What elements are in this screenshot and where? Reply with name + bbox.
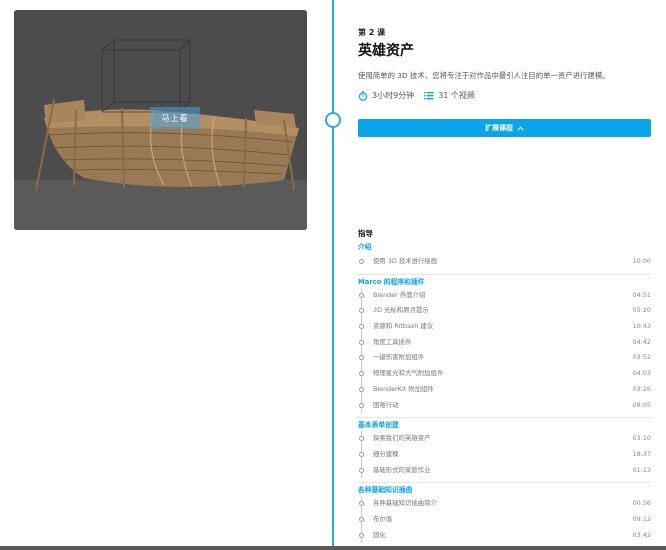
list-item[interactable]: 3D 光标和原点提示 05:20 [358,303,651,320]
section-title[interactable]: 基本表单创建 [358,417,651,431]
item-dot-icon [359,532,364,538]
item-dot-icon [359,402,364,408]
item-dot-icon [359,339,364,345]
list-item[interactable]: BlenderKit 附加组件 03:26 [358,381,651,398]
item-duration: 05:20 [632,306,651,315]
item-dot-icon [359,355,364,361]
lesson-thumbnail[interactable]: 马上看 [14,10,307,230]
lesson-meta: 3小时9分钟 31 个视频 [358,90,475,101]
list-item[interactable]: 角度工具插件 04:42 [358,334,651,351]
item-label: 使用 3D 技术进行绘画 [373,257,438,265]
item-label: 3D 光标和原点提示 [373,306,429,315]
item-label: 困难行动 [373,400,399,409]
item-dot-icon [359,308,364,314]
videos-count-text: 31 个视频 [438,91,475,100]
course-guide: 指导 介绍 使用 3D 技术进行绘画 10:00 Marco 的程序和插件 Bl… [358,228,651,544]
section-title[interactable]: 各种基础知识插曲 [358,482,651,496]
item-dot-icon [359,324,364,330]
guide-title: 指导 [358,229,373,238]
item-duration: 01:13 [632,465,651,474]
duration-meta: 3小时9分钟 [358,90,414,101]
list-item[interactable]: 一键伤害附加组件 03:52 [358,350,651,367]
item-label: 各种基础知识插曲简介 [373,499,437,508]
item-label: BlenderKit 附加组件 [373,384,434,393]
list-item[interactable]: 各种基础知识插曲简介 00:56 [358,496,651,512]
item-duration: 04:03 [632,369,651,378]
section-title[interactable]: 介绍 [358,240,651,254]
item-duration: 04:42 [632,337,651,346]
item-dot-icon [359,451,364,457]
item-duration: 09:12 [632,514,651,523]
list-icon [424,92,434,100]
expand-course-button[interactable]: 扩展课程 [358,119,651,137]
item-duration: 03:42 [632,530,651,539]
section-title[interactable]: Marco 的程序和插件 [358,273,651,288]
list-item[interactable]: 使用 3D 技术进行绘画 10:00 [358,254,651,270]
item-dot-icon [359,371,364,377]
item-label: 资源和 Ritbash 建议 [373,322,434,331]
item-dot-icon [359,467,364,473]
item-dot-icon [359,501,364,507]
stopwatch-icon [358,90,368,101]
list-item[interactable]: 细分建模 18:37 [358,446,651,463]
list-item[interactable]: Blender 界面介绍 04:51 [358,287,651,304]
item-dot-icon [359,516,364,522]
item-dot-icon [359,259,364,264]
duration-text: 3小时9分钟 [372,91,415,100]
item-label: 固化 [373,530,386,539]
item-label: Blender 界面介绍 [373,290,426,299]
item-label: 细分建模 [373,449,399,458]
item-label: 基础形式的家庭作业 [373,465,431,474]
list-item[interactable]: 探索我们的英雄资产 03:10 [358,431,651,447]
lesson-description: 使用简单的 3D 技术，您将专注于对作品中最引人注目的单一资产进行建模。 [358,71,610,80]
item-label: 布尔值 [373,514,393,523]
item-label: 探索我们的英雄资产 [373,434,431,443]
item-duration: 03:52 [632,353,651,362]
item-label: 一键伤害附加组件 [373,353,425,362]
item-duration: 10:43 [632,322,651,331]
item-dot-icon [359,436,364,442]
chevron-up-icon [517,125,524,131]
bottom-edge-bar [0,546,666,550]
item-duration: 03:10 [632,434,651,443]
item-label: 角度工具插件 [373,337,412,346]
item-dot-icon [359,292,364,298]
item-duration: 10:00 [632,257,651,265]
lesson-title: 英雄资产 [358,43,414,59]
item-dot-icon [359,386,364,392]
list-item[interactable]: 基础形式的家庭作业 01:13 [358,462,651,479]
item-label: 物理星光和大气附加组件 [373,369,444,378]
item-duration: 04:51 [632,290,651,299]
timeline-line [332,0,334,550]
lesson-number: 第 2 课 [358,28,386,37]
item-duration: 03:26 [632,384,651,393]
watch-overlay-label[interactable]: 马上看 [150,107,200,129]
item-duration: 00:56 [632,499,651,508]
timeline-node [325,112,341,128]
list-item[interactable]: 固化 03:42 [358,527,651,544]
item-duration: 08:05 [632,400,651,409]
list-item[interactable]: 布尔值 09:12 [358,511,651,528]
item-duration: 18:37 [632,449,651,458]
expand-course-label: 扩展课程 [485,124,513,132]
list-item[interactable]: 困难行动 08:05 [358,397,651,414]
list-item[interactable]: 物理星光和大气附加组件 04:03 [358,366,651,382]
videos-meta: 31 个视频 [424,90,475,101]
list-item[interactable]: 资源和 Ritbash 建议 10:43 [358,319,651,335]
